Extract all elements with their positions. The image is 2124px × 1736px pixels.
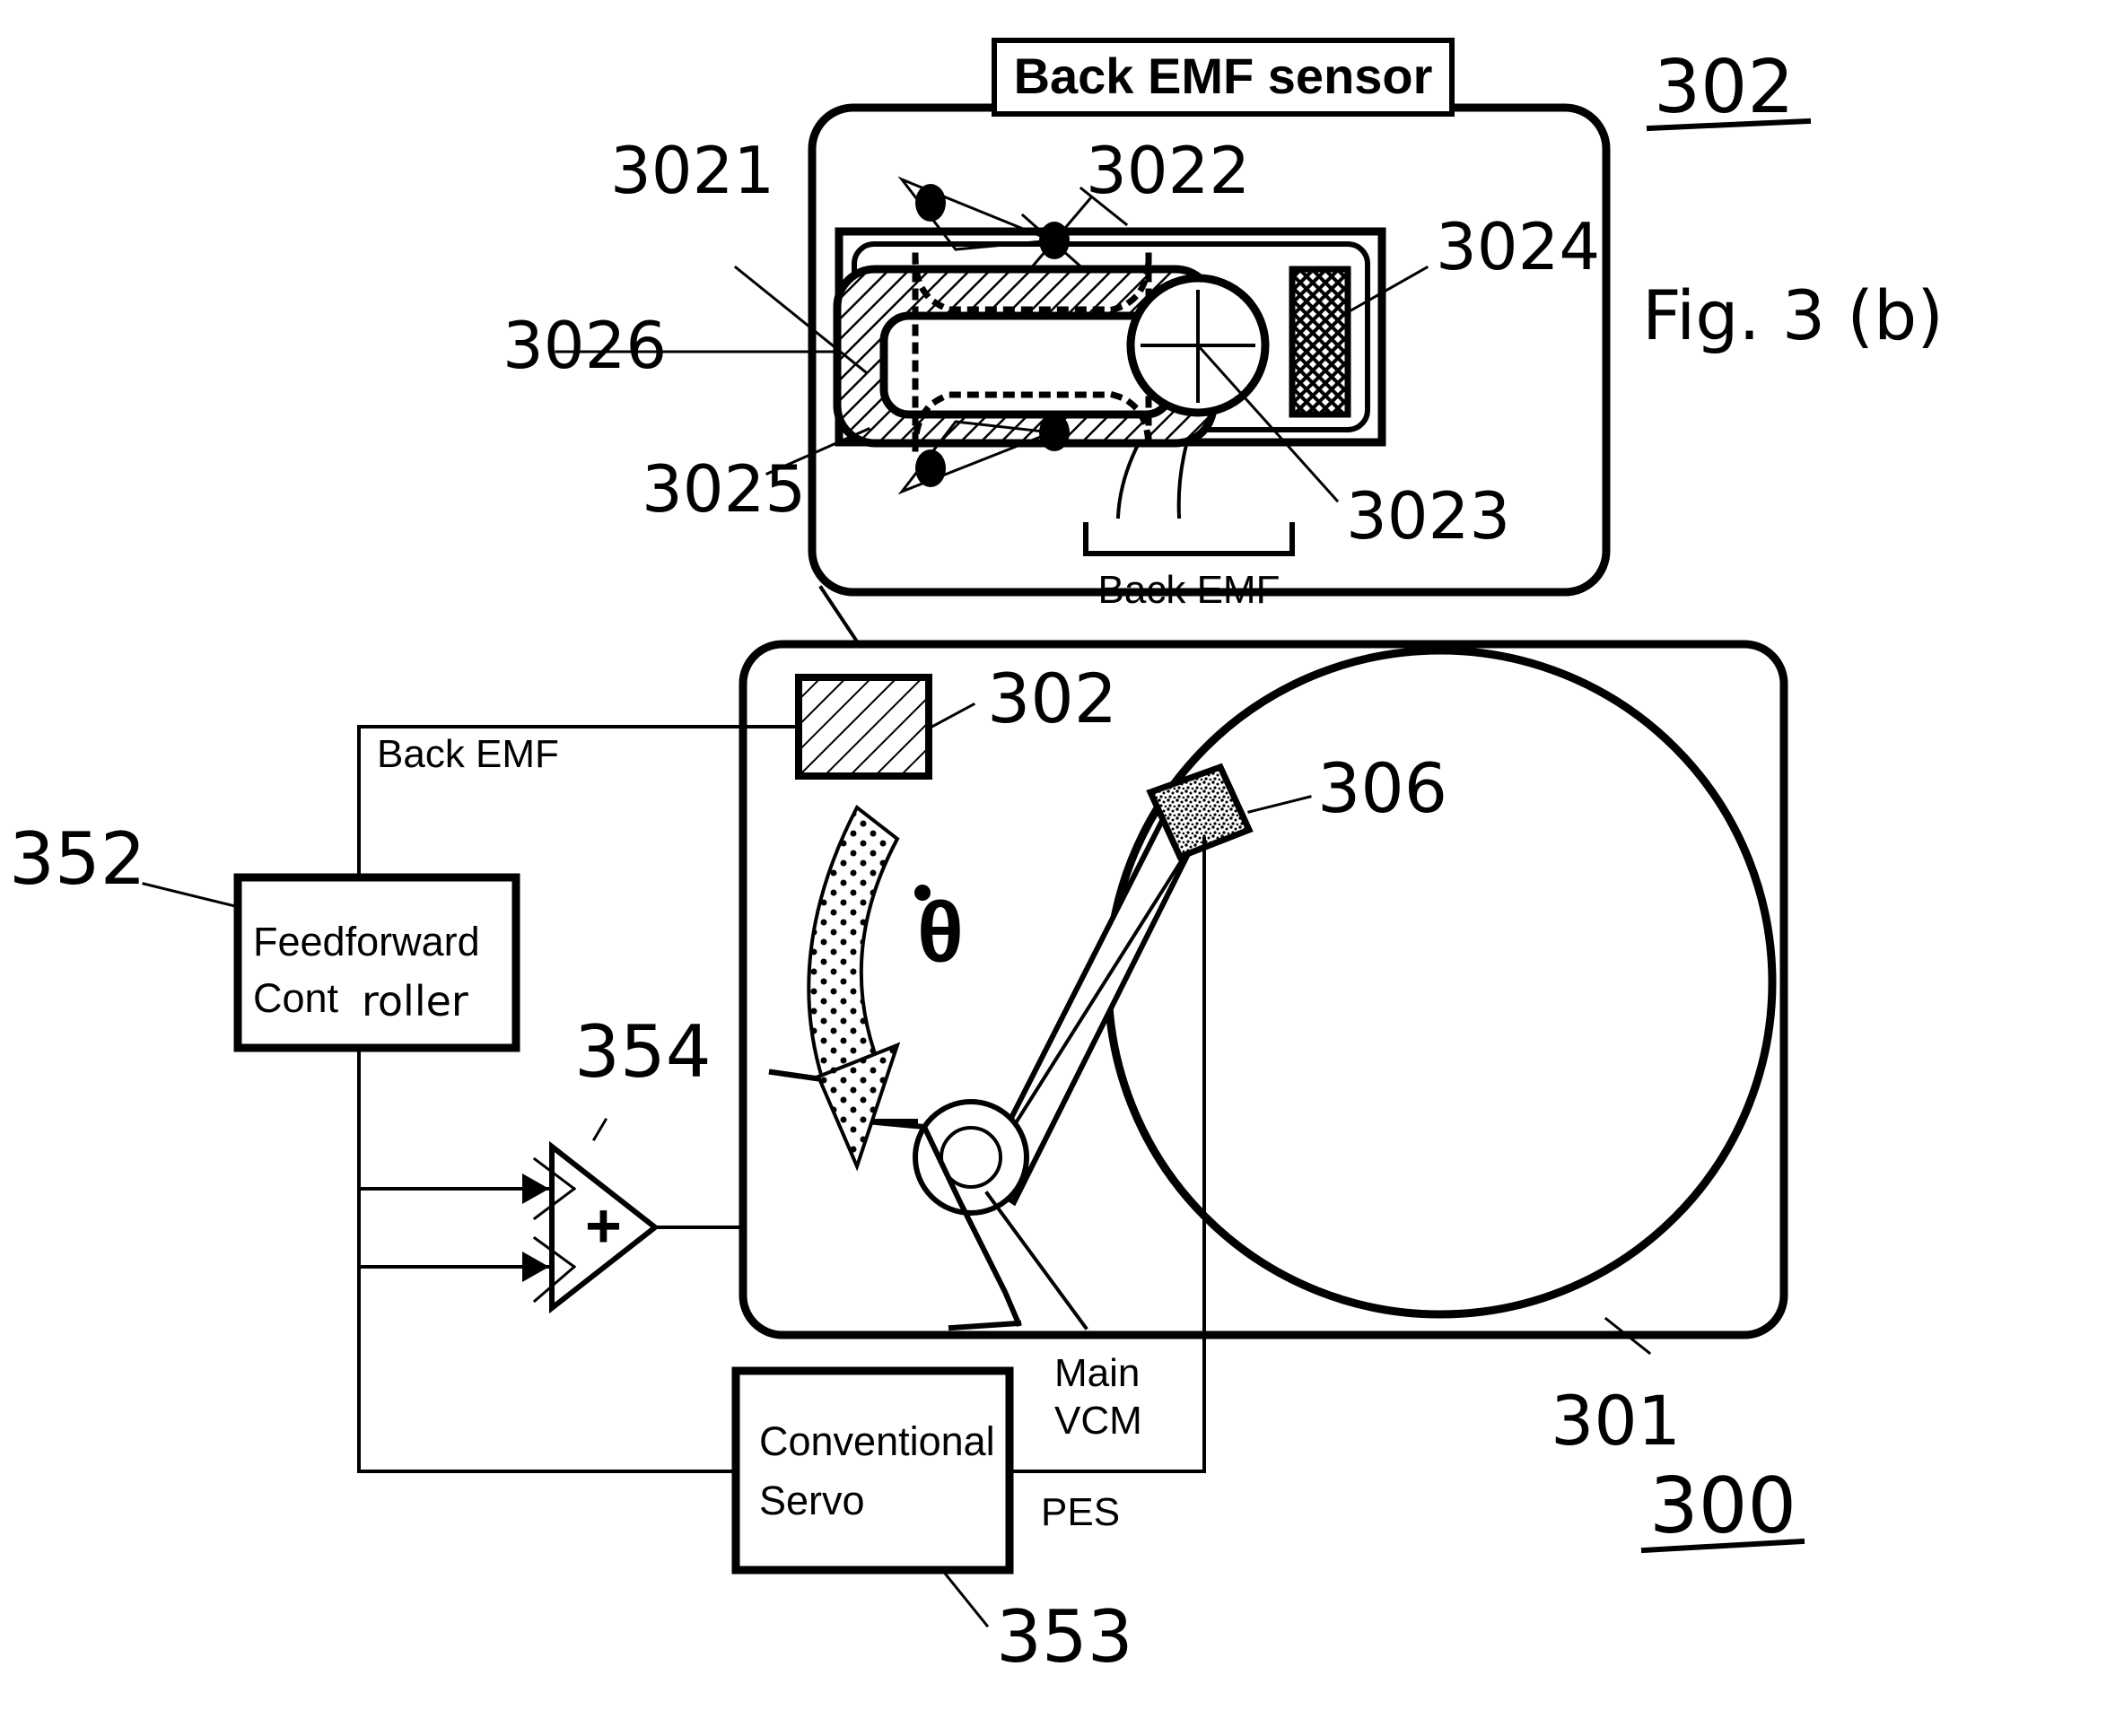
- figure-top-ref-302-label: 302: [1654, 45, 1795, 130]
- sensor-title-label: Back EMF sensor: [1014, 48, 1433, 104]
- conventional-servo-label-line2: Servo: [759, 1478, 865, 1523]
- main-vcm-label-line1: Main: [1054, 1351, 1140, 1395]
- callout-3021: 3021: [610, 133, 774, 208]
- back-emf-signal-label: Back EMF: [377, 732, 559, 776]
- servo-to-summer-wire: [357, 1252, 738, 1473]
- callout-3022: 3022: [1086, 133, 1250, 208]
- feedforward-ref-callout: 352: [9, 817, 237, 908]
- figure-bottom-ref-300-label: 300: [1649, 1461, 1796, 1551]
- feedforward-label-line2-hand: roller: [362, 977, 468, 1025]
- conventional-servo-ref-callout: 353: [940, 1567, 1133, 1679]
- figure-top-ref-302: 302: [1646, 45, 1812, 132]
- conventional-servo-ref-label: 353: [996, 1595, 1133, 1679]
- callout-3023: 3023: [1346, 478, 1510, 554]
- drive-sensor-block-ref-label: 302: [987, 659, 1117, 738]
- callout-3026: 3026: [503, 308, 667, 383]
- sensor-title-box: Back EMF sensor: [992, 38, 1455, 117]
- summer-ref-label: 354: [574, 1010, 712, 1094]
- summing-junction-354[interactable]: + 354: [532, 1010, 712, 1314]
- conventional-servo-label-line1: Conventional: [759, 1418, 995, 1464]
- callout-3024: 3024: [1436, 209, 1600, 284]
- sensor-back-emf-output-label: Back EMF: [1098, 568, 1281, 612]
- feedforward-ref-label: 352: [9, 817, 146, 901]
- feedforward-label-line2-print: Cont: [253, 975, 339, 1021]
- mesh-block-3024: [1289, 266, 1351, 418]
- main-vcm-label-line2: VCM: [1054, 1399, 1142, 1443]
- drive-enclosure-callout-301: 301: [1551, 1316, 1681, 1461]
- feedforward-controller-block[interactable]: Feedforward Cont roller: [233, 873, 520, 1052]
- summer-plus-symbol: +: [585, 1191, 622, 1261]
- head-ref-label: 306: [1317, 748, 1447, 828]
- pes-label: PES: [1041, 1490, 1120, 1534]
- drive-enclosure-ref-label: 301: [1551, 1381, 1681, 1461]
- feedforward-label-line1: Feedforward: [253, 919, 480, 964]
- theta-dot-accent: [914, 885, 931, 901]
- patent-figure-svg: Back EMF sensor Back EMF 3021 3022 3024 …: [9, 38, 1944, 1679]
- figure-canvas: Back EMF sensor Back EMF 3021 3022 3024 …: [0, 0, 2124, 1736]
- conventional-servo-block[interactable]: Conventional Servo: [731, 1366, 1014, 1575]
- callout-3025: 3025: [642, 451, 806, 527]
- back-emf-wire: Back EMF: [357, 725, 800, 1464]
- theta-dot-symbol: θ: [914, 885, 964, 981]
- figure-caption: Fig. 3 (b): [1642, 275, 1944, 355]
- feedforward-to-summer-wire: [357, 1046, 551, 1204]
- figure-bottom-ref-300: 300: [1640, 1461, 1805, 1554]
